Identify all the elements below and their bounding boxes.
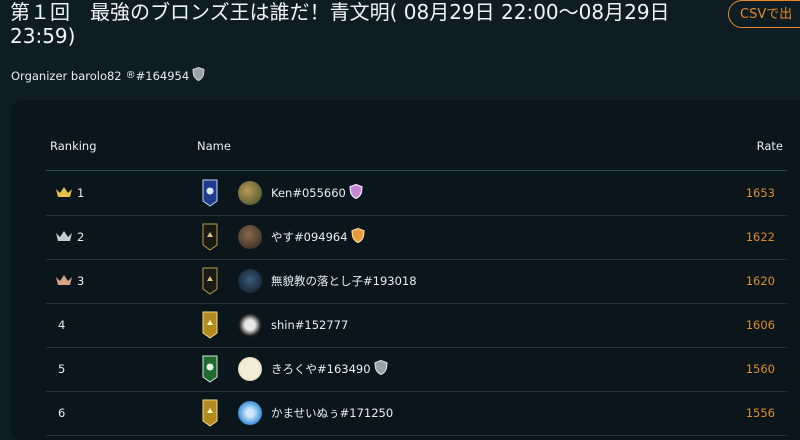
user-name[interactable]: やす#094964 [271,229,348,245]
rank-number: 1 [77,186,85,200]
rate-value: 1653 [745,186,775,200]
organizer-name[interactable]: barolo82 [71,69,122,83]
user-cell[interactable]: きろくや#163490 [238,347,388,391]
avatar [238,401,262,425]
rank-number: 2 [77,230,85,244]
banner-gold-icon [202,311,218,339]
rank-number: 3 [77,274,85,288]
banner-blue-icon [202,179,218,207]
rate-value: 1556 [745,406,775,420]
user-name[interactable]: かませいぬぅ#171250 [271,405,393,421]
rank-banner [202,347,218,391]
crown-gold-icon [55,186,73,201]
table-row[interactable]: 3 無貌教の落とし子#193018 1620 [46,259,787,304]
avatar [238,313,262,337]
avatar [238,181,262,205]
user-name[interactable]: Ken#055660 [271,186,346,200]
table-row[interactable]: 4 shin#152777 1606 [46,303,787,348]
organizer-symbol: ® [125,70,136,81]
rank-banner [202,391,218,435]
rank-cell: 3 [55,259,84,303]
user-cell[interactable]: やす#094964 [238,215,365,259]
banner-green-icon [202,355,218,383]
rank-cell: 5 [58,347,65,391]
rate-value: 1622 [745,230,775,244]
rank-banner [202,259,218,303]
rank-banner [202,171,218,215]
rate-value: 1606 [745,318,775,332]
csv-export-button[interactable]: CSVで出 [728,0,800,28]
rank-cell: 1 [55,171,84,215]
crown-bronze-icon [55,274,73,289]
user-cell[interactable]: かませいぬぅ#171250 [238,391,393,435]
banner-black-icon [202,267,218,295]
rank-number: 5 [58,362,66,376]
user-cell[interactable]: 無貌教の落とし子#193018 [238,259,417,303]
banner-black-icon [202,223,218,251]
organizer-id: #164954 [135,68,190,83]
table-row[interactable]: 2 やす#094964 1622 [46,215,787,260]
rank-number: 6 [58,406,66,420]
gray-shield-icon [192,66,205,84]
organizer-info: Organizer barolo82 ® #164954 [11,66,205,84]
crown-silver-icon [55,230,73,245]
orange-shield-icon [350,227,365,246]
table-row[interactable]: 5 きろくや#163490 1560 [46,347,787,392]
user-name[interactable]: shin#152777 [271,318,348,332]
pink-shield-icon [349,183,363,202]
user-cell[interactable]: shin#152777 [238,303,348,347]
header-ranking: Ranking [50,139,97,153]
table-header: Ranking Name Rate [46,130,787,171]
table-row[interactable]: 1 Ken#055660 1653 [46,171,787,216]
avatar [238,357,262,381]
rank-cell: 4 [58,303,65,347]
rank-number: 4 [58,318,66,332]
table-row[interactable]: 6 かませいぬぅ#171250 1556 [46,391,787,436]
rank-banner [202,215,218,259]
organizer-label: Organizer [11,68,68,83]
user-cell[interactable]: Ken#055660 [238,171,363,215]
rank-banner [202,303,218,347]
avatar [238,225,262,249]
header-name: Name [197,139,231,153]
rate-value: 1560 [745,362,775,376]
user-name[interactable]: きろくや#163490 [271,361,371,377]
rate-value: 1620 [745,274,775,288]
rank-cell: 6 [58,391,65,435]
header-rate: Rate [756,139,783,153]
gray-shield-icon [373,359,388,378]
page-title: 第１回 最強のブロンズ王は誰だ！青文明( 08月29日 22:00〜08月29日… [10,0,670,48]
rank-cell: 2 [55,215,84,259]
banner-gold-icon [202,399,218,427]
user-name[interactable]: 無貌教の落とし子#193018 [271,273,417,289]
avatar [238,269,262,293]
